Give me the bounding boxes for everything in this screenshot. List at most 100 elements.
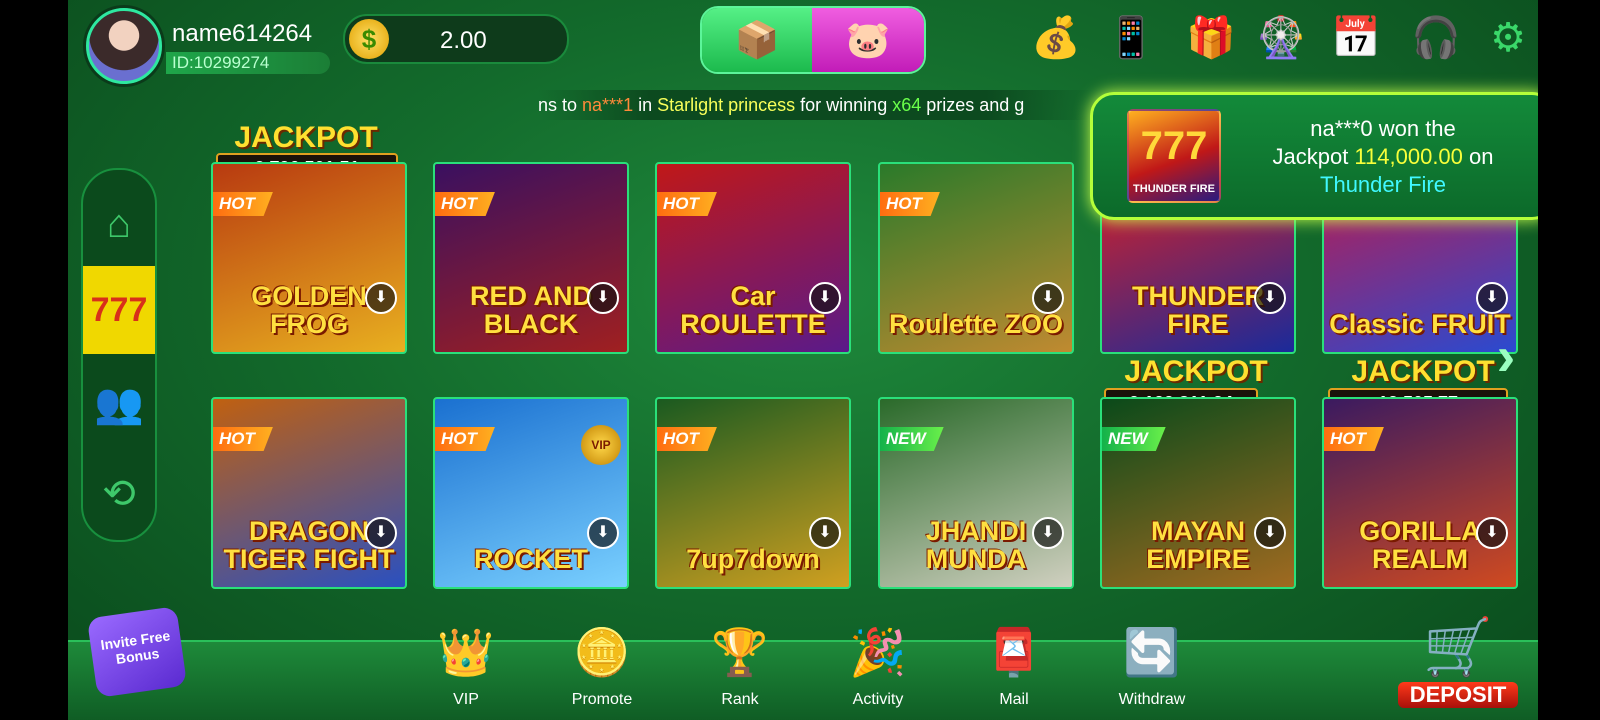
nav-label: Rank	[721, 691, 759, 708]
download-icon[interactable]: ⬇	[587, 282, 619, 314]
popup-user: na***0	[1310, 116, 1373, 141]
username: name614264	[172, 20, 313, 47]
popup-game: Thunder Fire	[1320, 172, 1446, 197]
right-edge-bar	[1538, 0, 1600, 720]
download-icon[interactable]: ⬇	[809, 517, 841, 549]
download-icon[interactable]: ⬇	[365, 517, 397, 549]
game-title: 7up7down	[686, 544, 820, 574]
marquee-game: Starlight princess	[657, 95, 796, 115]
game-tile[interactable]: HOT RED AND BLACK ⬇	[433, 162, 629, 354]
game-tile[interactable]: HOT DRAGON TIGER FIGHT ⬇	[211, 397, 407, 589]
game-tile[interactable]: HOT GOLDEN FROG ⬇	[211, 162, 407, 354]
cart-icon: 🛒	[1423, 615, 1493, 678]
marquee-user: na***1	[582, 95, 634, 115]
game-tile[interactable]: HOT Car ROULETTE ⬇	[655, 162, 851, 354]
game-tile[interactable]: HOT GORILLA REALM ⬇	[1322, 397, 1518, 589]
deposit-label: DEPOSIT	[1398, 682, 1518, 708]
daily-checkin-icon[interactable]: 📅	[1328, 10, 1384, 66]
cash-gift-icon[interactable]: 💰	[1028, 10, 1084, 66]
players-icon[interactable]: 👥	[83, 360, 155, 448]
slots-777-icon[interactable]: 777	[83, 266, 155, 354]
game-tile[interactable]: HOT 7up7down ⬇	[655, 397, 851, 589]
jackpot-label: JACKPOT	[1124, 355, 1268, 388]
jackpot-win-popup: 777 THUNDER FIRE na***0 won the Jackpot …	[1090, 92, 1538, 220]
nav-label: Mail	[999, 691, 1029, 708]
hot-badge: HOT	[657, 192, 717, 216]
popup-amount: 114,000.00	[1354, 144, 1463, 169]
nav-mail[interactable]: 📮 Mail	[964, 620, 1064, 716]
marquee-multiplier: x64	[892, 95, 922, 115]
customer-service-icon[interactable]: 🎧	[1408, 10, 1464, 66]
piggy-bank-icon[interactable]: 🐷	[812, 8, 924, 72]
nav-activity[interactable]: 🎉 Activity	[828, 620, 928, 716]
download-icon[interactable]: ⬇	[365, 282, 397, 314]
crown-icon: 👑	[437, 626, 495, 678]
download-icon[interactable]: ⬇	[587, 517, 619, 549]
hot-badge: HOT	[435, 192, 495, 216]
new-badge: NEW	[880, 427, 944, 451]
download-icon[interactable]: ⬇	[1476, 517, 1508, 549]
popup-message: na***0 won the Jackpot 114,000.00 on Thu…	[1233, 115, 1533, 199]
hot-badge: HOT	[657, 427, 717, 451]
hot-badge: HOT	[213, 192, 273, 216]
game-tile[interactable]: HOT ROCKET ⬇ VIP	[433, 397, 629, 589]
download-icon[interactable]: ⬇	[1254, 282, 1286, 314]
game-tile[interactable]: HOT Roulette ZOO ⬇	[878, 162, 1074, 354]
trophy-icon: 🏆	[711, 626, 769, 678]
invite-label: Invite Free Bonus	[99, 627, 172, 667]
game-tile[interactable]: NEW MAYAN EMPIRE ⬇	[1100, 397, 1296, 589]
coins-icon: 🪙	[573, 626, 631, 678]
game-lobby: name614264 ID:10299274 $ 2.00 📦 🐷 💰 📱 🎁 🎡 📅 🎧…	[68, 0, 1538, 720]
bottom-nav-bar	[68, 640, 1538, 720]
new-badge: NEW	[1102, 427, 1166, 451]
balance-display[interactable]: $ 2.00	[343, 14, 569, 64]
nav-label: VIP	[453, 691, 479, 708]
marquee-text: ns to	[538, 95, 583, 115]
home-icon[interactable]: ⌂	[83, 180, 155, 268]
winner-marquee: ns to na***1 in Starlight princess for w…	[538, 90, 1098, 120]
download-icon[interactable]: ⬇	[1032, 282, 1064, 314]
nav-label: Activity	[852, 691, 904, 708]
phone-payment-icon[interactable]: 📱	[1103, 10, 1159, 66]
game-title: Roulette ZOO	[889, 309, 1063, 339]
download-icon[interactable]: ⬇	[809, 282, 841, 314]
gift-box-icon[interactable]: 🎁	[1183, 10, 1239, 66]
thumb-777: 777	[1140, 124, 1208, 168]
settings-gear-icon[interactable]: ⚙	[1480, 10, 1536, 66]
activity-gift-icon: 🎉	[849, 626, 907, 678]
nav-label: Promote	[571, 691, 633, 708]
game-title: ROCKET	[474, 544, 588, 574]
thumb-title: THUNDER FIRE	[1133, 183, 1215, 195]
nav-withdraw[interactable]: 🔄 Withdraw	[1102, 620, 1202, 716]
nav-vip[interactable]: 👑 VIP	[416, 620, 516, 716]
hot-badge: HOT	[435, 427, 495, 451]
treasure-chest-icon[interactable]: 📦	[702, 8, 812, 72]
popup-jackpot-text: Jackpot	[1272, 144, 1355, 169]
category-sidebar: ⌂ 777 👥 ⟲	[81, 168, 157, 542]
download-icon[interactable]: ⬇	[1032, 517, 1064, 549]
deposit-button[interactable]: 🛒 DEPOSIT	[1398, 612, 1518, 720]
game-tile[interactable]: NEW JHANDI MUNDA ⬇	[878, 397, 1074, 589]
user-avatar[interactable]	[86, 8, 162, 84]
thunder-fire-thumbnail[interactable]: 777 THUNDER FIRE	[1127, 109, 1221, 203]
download-icon[interactable]: ⬇	[1476, 282, 1508, 314]
marquee-text: in	[633, 95, 658, 115]
nav-promote[interactable]: 🪙 Promote	[552, 620, 652, 716]
popup-won-text: won the	[1372, 116, 1456, 141]
dollar-coin-icon: $	[349, 19, 389, 59]
nav-label: Withdraw	[1118, 691, 1186, 708]
balance-value: 2.00	[440, 27, 487, 54]
hot-badge: HOT	[880, 192, 940, 216]
marquee-text: prizes and g	[921, 95, 1025, 115]
invite-free-bonus-button[interactable]: Invite Free Bonus	[86, 606, 188, 698]
withdraw-arrows-icon: 🔄	[1123, 626, 1181, 678]
lucky-wheel-icon[interactable]: 🎡	[1253, 10, 1309, 66]
nav-rank[interactable]: 🏆 Rank	[690, 620, 790, 716]
vip-coin-icon: VIP	[581, 425, 621, 465]
history-icon[interactable]: ⟲	[83, 450, 155, 538]
user-id: ID:10299274	[166, 52, 330, 74]
marquee-text: for winning	[795, 95, 893, 115]
next-page-arrow-icon[interactable]: ›	[1486, 326, 1526, 386]
download-icon[interactable]: ⬇	[1254, 517, 1286, 549]
hot-badge: HOT	[213, 427, 273, 451]
